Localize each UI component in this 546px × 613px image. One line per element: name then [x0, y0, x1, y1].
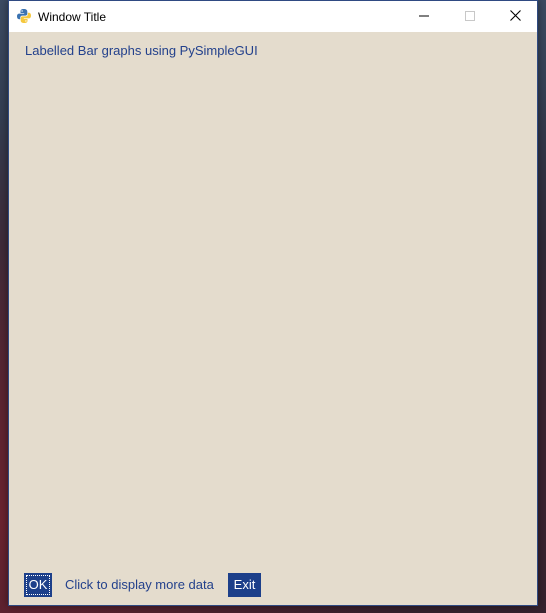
- exit-button[interactable]: Exit: [228, 573, 261, 597]
- ok-button[interactable]: OK: [24, 573, 52, 597]
- graph-canvas[interactable]: [23, 70, 523, 560]
- python-logo-icon: [16, 8, 32, 24]
- maximize-button[interactable]: [447, 1, 493, 32]
- window-title: Window Title: [38, 10, 107, 24]
- close-button[interactable]: [492, 1, 538, 32]
- minimize-icon: [419, 8, 429, 26]
- status-text: Click to display more data: [65, 577, 214, 592]
- maximize-icon: [465, 8, 475, 26]
- page-heading: Labelled Bar graphs using PySimpleGUI: [25, 43, 258, 58]
- close-icon: [509, 8, 521, 26]
- app-window: Window Title Labelled Bar graphs using P…: [8, 0, 538, 606]
- title-bar[interactable]: Window Title: [9, 1, 537, 32]
- minimize-button[interactable]: [401, 1, 447, 32]
- window-content: Labelled Bar graphs using PySimpleGUI OK…: [9, 32, 537, 605]
